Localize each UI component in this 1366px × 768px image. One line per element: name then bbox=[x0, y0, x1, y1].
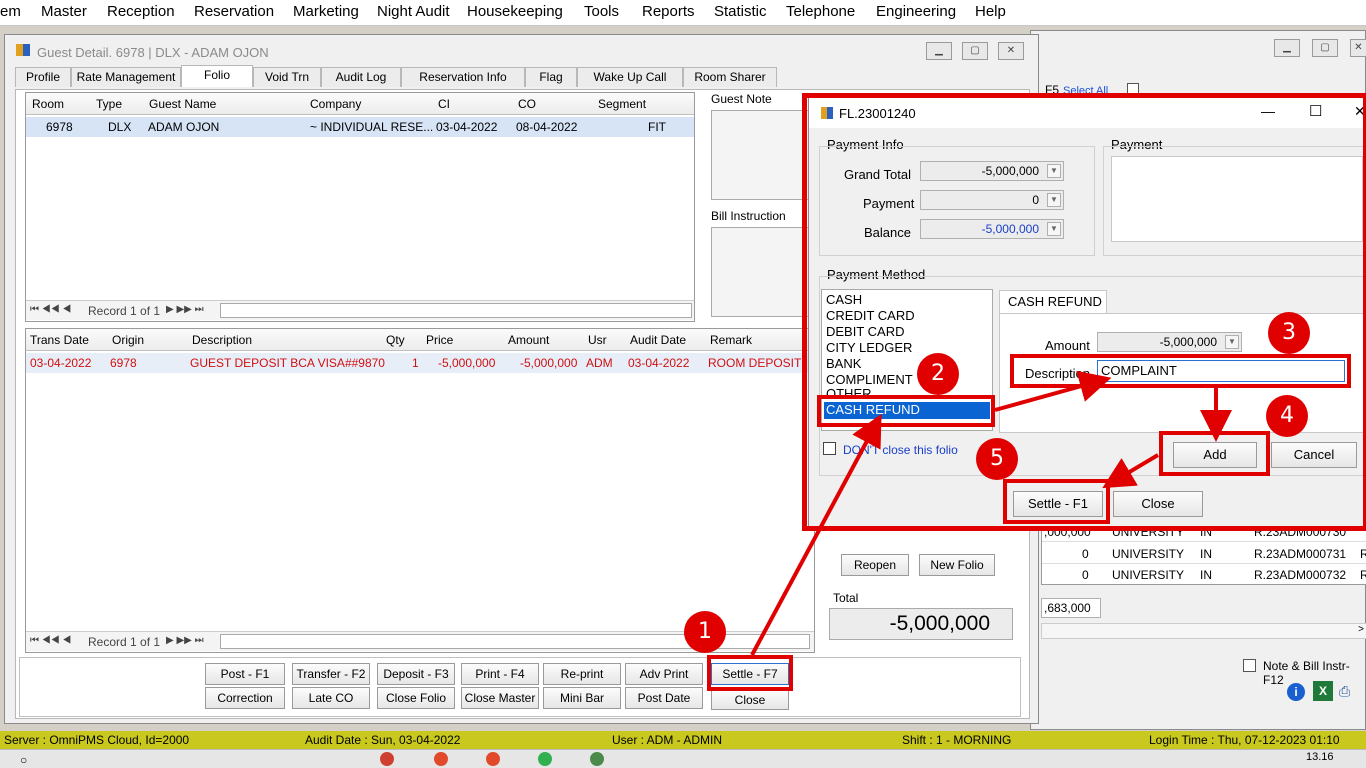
taskbar-app-icon[interactable] bbox=[538, 752, 552, 766]
status-shift: Shift : 1 - MORNING bbox=[902, 733, 1012, 747]
arrow-4-to-5 bbox=[1102, 453, 1160, 489]
taskbar-app-icon[interactable] bbox=[380, 752, 394, 766]
step-badge-1: 1 bbox=[684, 611, 726, 653]
step-badge-4: 4 bbox=[1266, 395, 1308, 437]
search-icon[interactable]: ○ bbox=[20, 753, 27, 767]
status-login-time: Login Time : Thu, 07-12-2023 01:10 bbox=[1149, 733, 1340, 747]
arrow-1-to-2 bbox=[750, 413, 882, 656]
taskbar-app-icon[interactable] bbox=[590, 752, 604, 766]
status-bar: Server : OmniPMS Cloud, Id=2000 Audit Da… bbox=[0, 731, 1366, 749]
status-audit-date: Audit Date : Sun, 03-04-2022 bbox=[305, 733, 461, 747]
step-badge-3: 3 bbox=[1268, 312, 1310, 354]
taskbar: ○ 13.16 bbox=[0, 749, 1366, 768]
annotation-arrows bbox=[750, 370, 1232, 656]
status-user: User : ADM - ADMIN bbox=[612, 733, 723, 747]
step-badge-5: 5 bbox=[976, 438, 1018, 480]
taskbar-app-icon[interactable] bbox=[486, 752, 500, 766]
taskbar-app-icon[interactable] bbox=[434, 752, 448, 766]
arrow-2-to-3 bbox=[994, 370, 1112, 412]
step-badge-2: 2 bbox=[917, 353, 959, 395]
status-server: Server : OmniPMS Cloud, Id=2000 bbox=[4, 733, 190, 747]
clock: 13.16 bbox=[1306, 751, 1334, 763]
